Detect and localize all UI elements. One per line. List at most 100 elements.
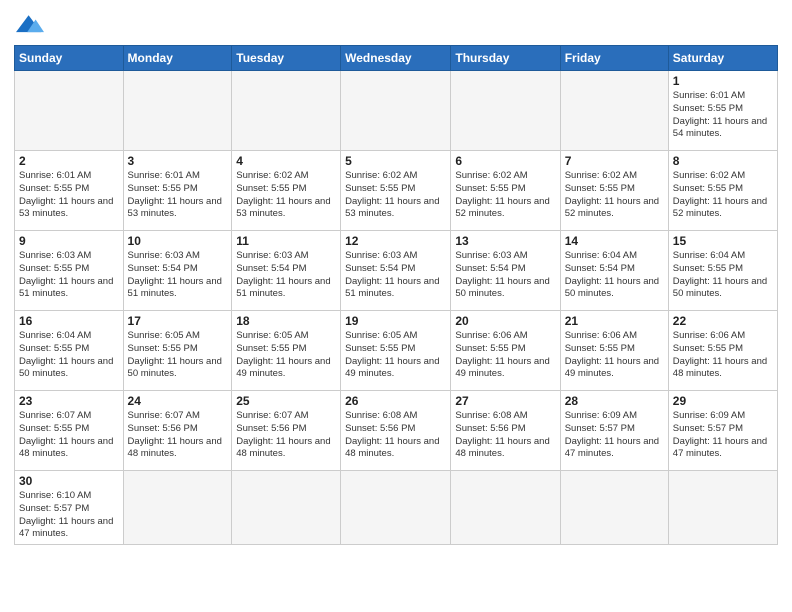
day-cell: [232, 471, 341, 545]
day-info: Sunrise: 6:01 AMSunset: 5:55 PMDaylight:…: [673, 90, 773, 141]
day-info: Sunrise: 6:08 AMSunset: 5:56 PMDaylight:…: [345, 410, 446, 461]
day-number: 1: [673, 74, 773, 88]
day-info: Sunrise: 6:02 AMSunset: 5:55 PMDaylight:…: [565, 170, 664, 221]
day-cell: 2Sunrise: 6:01 AMSunset: 5:55 PMDaylight…: [15, 151, 124, 231]
weekday-header-saturday: Saturday: [668, 46, 777, 71]
week-row-5: 23Sunrise: 6:07 AMSunset: 5:55 PMDayligh…: [15, 391, 778, 471]
day-number: 18: [236, 314, 336, 328]
day-cell: [341, 471, 451, 545]
day-info: Sunrise: 6:03 AMSunset: 5:54 PMDaylight:…: [455, 250, 555, 301]
day-cell: [560, 71, 668, 151]
day-number: 30: [19, 474, 119, 488]
day-info: Sunrise: 6:07 AMSunset: 5:56 PMDaylight:…: [128, 410, 228, 461]
day-number: 7: [565, 154, 664, 168]
day-info: Sunrise: 6:05 AMSunset: 5:55 PMDaylight:…: [236, 330, 336, 381]
day-number: 9: [19, 234, 119, 248]
day-info: Sunrise: 6:04 AMSunset: 5:55 PMDaylight:…: [19, 330, 119, 381]
day-cell: 20 Sunrise: 6:06 AMSunset: 5:55 PMDayligh…: [451, 311, 560, 391]
day-number: 24: [128, 394, 228, 408]
day-number: 5: [345, 154, 446, 168]
day-cell: [123, 471, 232, 545]
day-number: 4: [236, 154, 336, 168]
day-number: 15: [673, 234, 773, 248]
day-number: 21: [565, 314, 664, 328]
day-cell: 13 Sunrise: 6:03 AMSunset: 5:54 PMDayligh…: [451, 231, 560, 311]
day-info: Sunrise: 6:07 AMSunset: 5:56 PMDaylight:…: [236, 410, 336, 461]
day-info: Sunrise: 6:05 AMSunset: 5:55 PMDaylight:…: [345, 330, 446, 381]
day-cell: 28 Sunrise: 6:09 AMSunset: 5:57 PMDayligh…: [560, 391, 668, 471]
week-row-3: 9 Sunrise: 6:03 AMSunset: 5:55 PMDaylight…: [15, 231, 778, 311]
day-cell: [560, 471, 668, 545]
day-number: 19: [345, 314, 446, 328]
day-cell: 11Sunrise: 6:03 AMSunset: 5:54 PMDayligh…: [232, 231, 341, 311]
day-cell: 10 Sunrise: 6:03 AMSunset: 5:54 PMDayligh…: [123, 231, 232, 311]
day-number: 12: [345, 234, 446, 248]
day-cell: [123, 71, 232, 151]
day-cell: [451, 71, 560, 151]
day-info: Sunrise: 6:02 AMSunset: 5:55 PMDaylight:…: [236, 170, 336, 221]
day-cell: 18 Sunrise: 6:05 AMSunset: 5:55 PMDayligh…: [232, 311, 341, 391]
weekday-header-thursday: Thursday: [451, 46, 560, 71]
day-info: Sunrise: 6:03 AMSunset: 5:54 PMDaylight:…: [345, 250, 446, 301]
day-info: Sunrise: 6:03 AMSunset: 5:54 PMDaylight:…: [236, 250, 336, 301]
day-info: Sunrise: 6:03 AMSunset: 5:54 PMDaylight:…: [128, 250, 228, 301]
day-cell: 16 Sunrise: 6:04 AMSunset: 5:55 PMDayligh…: [15, 311, 124, 391]
day-number: 29: [673, 394, 773, 408]
day-cell: 1 Sunrise: 6:01 AMSunset: 5:55 PMDaylight…: [668, 71, 777, 151]
day-cell: 26 Sunrise: 6:08 AMSunset: 5:56 PMDayligh…: [341, 391, 451, 471]
day-number: 10: [128, 234, 228, 248]
day-number: 6: [455, 154, 555, 168]
day-cell: 7 Sunrise: 6:02 AMSunset: 5:55 PMDaylight…: [560, 151, 668, 231]
day-number: 27: [455, 394, 555, 408]
day-info: Sunrise: 6:05 AMSunset: 5:55 PMDaylight:…: [128, 330, 228, 381]
day-number: 22: [673, 314, 773, 328]
day-info: Sunrise: 6:03 AMSunset: 5:55 PMDaylight:…: [19, 250, 119, 301]
weekday-header-row: SundayMondayTuesdayWednesdayThursdayFrid…: [15, 46, 778, 71]
day-info: Sunrise: 6:06 AMSunset: 5:55 PMDaylight:…: [455, 330, 555, 381]
day-cell: [232, 71, 341, 151]
day-number: 14: [565, 234, 664, 248]
day-info: Sunrise: 6:02 AMSunset: 5:55 PMDaylight:…: [673, 170, 773, 221]
day-cell: 21Sunrise: 6:06 AMSunset: 5:55 PMDayligh…: [560, 311, 668, 391]
logo: [14, 14, 44, 39]
day-cell: 22Sunrise: 6:06 AMSunset: 5:55 PMDayligh…: [668, 311, 777, 391]
day-cell: 25 Sunrise: 6:07 AMSunset: 5:56 PMDayligh…: [232, 391, 341, 471]
week-row-6: 30Sunrise: 6:10 AMSunset: 5:57 PMDayligh…: [15, 471, 778, 545]
day-cell: 30Sunrise: 6:10 AMSunset: 5:57 PMDayligh…: [15, 471, 124, 545]
day-cell: 3 Sunrise: 6:01 AMSunset: 5:55 PMDaylight…: [123, 151, 232, 231]
calendar-table: SundayMondayTuesdayWednesdayThursdayFrid…: [14, 45, 778, 545]
day-cell: 29Sunrise: 6:09 AMSunset: 5:57 PMDayligh…: [668, 391, 777, 471]
day-number: 26: [345, 394, 446, 408]
weekday-header-monday: Monday: [123, 46, 232, 71]
day-cell: 8 Sunrise: 6:02 AMSunset: 5:55 PMDaylight…: [668, 151, 777, 231]
weekday-header-wednesday: Wednesday: [341, 46, 451, 71]
day-cell: [451, 471, 560, 545]
day-cell: [15, 71, 124, 151]
day-info: Sunrise: 6:09 AMSunset: 5:57 PMDaylight:…: [565, 410, 664, 461]
day-info: Sunrise: 6:07 AMSunset: 5:55 PMDaylight:…: [19, 410, 119, 461]
day-number: 8: [673, 154, 773, 168]
day-number: 20: [455, 314, 555, 328]
page: SundayMondayTuesdayWednesdayThursdayFrid…: [0, 0, 792, 555]
day-cell: 9 Sunrise: 6:03 AMSunset: 5:55 PMDaylight…: [15, 231, 124, 311]
day-number: 3: [128, 154, 228, 168]
day-cell: 15 Sunrise: 6:04 AMSunset: 5:55 PMDayligh…: [668, 231, 777, 311]
day-cell: 17Sunrise: 6:05 AMSunset: 5:55 PMDayligh…: [123, 311, 232, 391]
weekday-header-friday: Friday: [560, 46, 668, 71]
day-number: 25: [236, 394, 336, 408]
week-row-2: 2Sunrise: 6:01 AMSunset: 5:55 PMDaylight…: [15, 151, 778, 231]
day-info: Sunrise: 6:01 AMSunset: 5:55 PMDaylight:…: [128, 170, 228, 221]
day-cell: 23Sunrise: 6:07 AMSunset: 5:55 PMDayligh…: [15, 391, 124, 471]
day-info: Sunrise: 6:01 AMSunset: 5:55 PMDaylight:…: [19, 170, 119, 221]
day-number: 13: [455, 234, 555, 248]
day-number: 16: [19, 314, 119, 328]
day-cell: 27Sunrise: 6:08 AMSunset: 5:56 PMDayligh…: [451, 391, 560, 471]
day-info: Sunrise: 6:04 AMSunset: 5:54 PMDaylight:…: [565, 250, 664, 301]
day-cell: 5Sunrise: 6:02 AMSunset: 5:55 PMDaylight…: [341, 151, 451, 231]
day-cell: [341, 71, 451, 151]
week-row-4: 16 Sunrise: 6:04 AMSunset: 5:55 PMDayligh…: [15, 311, 778, 391]
day-info: Sunrise: 6:04 AMSunset: 5:55 PMDaylight:…: [673, 250, 773, 301]
week-row-1: 1 Sunrise: 6:01 AMSunset: 5:55 PMDaylight…: [15, 71, 778, 151]
day-cell: 12 Sunrise: 6:03 AMSunset: 5:54 PMDayligh…: [341, 231, 451, 311]
day-number: 28: [565, 394, 664, 408]
